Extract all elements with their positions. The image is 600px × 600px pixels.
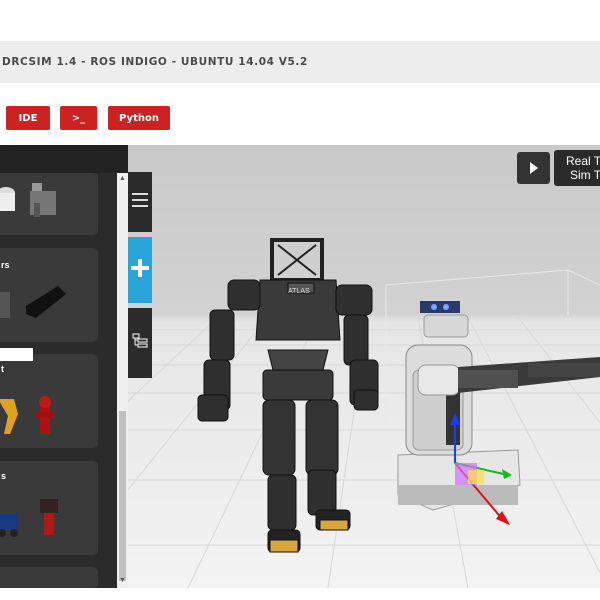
scroll-down-icon[interactable]: ▼ bbox=[119, 577, 126, 584]
ide-button[interactable]: IDE bbox=[6, 106, 50, 130]
palette-card[interactable] bbox=[0, 173, 98, 235]
time-panel: Real T Sim T bbox=[554, 150, 600, 186]
palette-card[interactable]: s bbox=[0, 461, 98, 555]
simulation-viewport[interactable]: ATLAS bbox=[128, 145, 600, 588]
model-thumbnails bbox=[0, 499, 58, 537]
sim-time-label: Sim T bbox=[570, 168, 600, 182]
hamburger-icon bbox=[132, 192, 148, 212]
tree-icon bbox=[132, 332, 148, 354]
model-thumbnails bbox=[0, 286, 66, 318]
tree-tab[interactable] bbox=[128, 308, 152, 378]
model-thumbnails bbox=[0, 396, 54, 434]
model-thumbnails bbox=[0, 183, 56, 217]
terminal-button[interactable]: >_ bbox=[60, 106, 97, 130]
panel-header bbox=[0, 145, 128, 173]
scrollbar-thumb[interactable] bbox=[119, 411, 126, 581]
play-icon bbox=[517, 162, 550, 188]
palette-card-label: rs bbox=[1, 260, 10, 270]
scroll-up-icon[interactable]: ▲ bbox=[119, 175, 126, 182]
window-title: DRCSIM 1.4 - ROS INDIGO - UBUNTU 14.04 V… bbox=[2, 56, 308, 68]
insert-tab[interactable] bbox=[128, 237, 152, 303]
palette-card[interactable] bbox=[0, 567, 98, 588]
palette-card[interactable]: t bbox=[0, 348, 98, 448]
palette-card-label: t bbox=[1, 364, 4, 374]
palette-card-label: s bbox=[1, 471, 7, 481]
plus-icon bbox=[131, 258, 149, 282]
palette-card[interactable]: rs bbox=[0, 248, 98, 342]
real-time-label: Real T bbox=[566, 154, 600, 168]
play-button[interactable] bbox=[517, 152, 550, 184]
menu-tab[interactable] bbox=[128, 172, 152, 232]
scene-graphics: ATLAS bbox=[128, 238, 600, 588]
search-input[interactable] bbox=[0, 348, 33, 361]
robot-label: ATLAS bbox=[288, 288, 310, 295]
insert-panel: rs t s ▲ ▼ bbox=[0, 145, 128, 588]
title-bar: DRCSIM 1.4 - ROS INDIGO - UBUNTU 14.04 V… bbox=[0, 41, 600, 83]
python-button[interactable]: Python bbox=[108, 106, 170, 130]
panel-scrollbar[interactable]: ▲ ▼ bbox=[117, 173, 128, 588]
